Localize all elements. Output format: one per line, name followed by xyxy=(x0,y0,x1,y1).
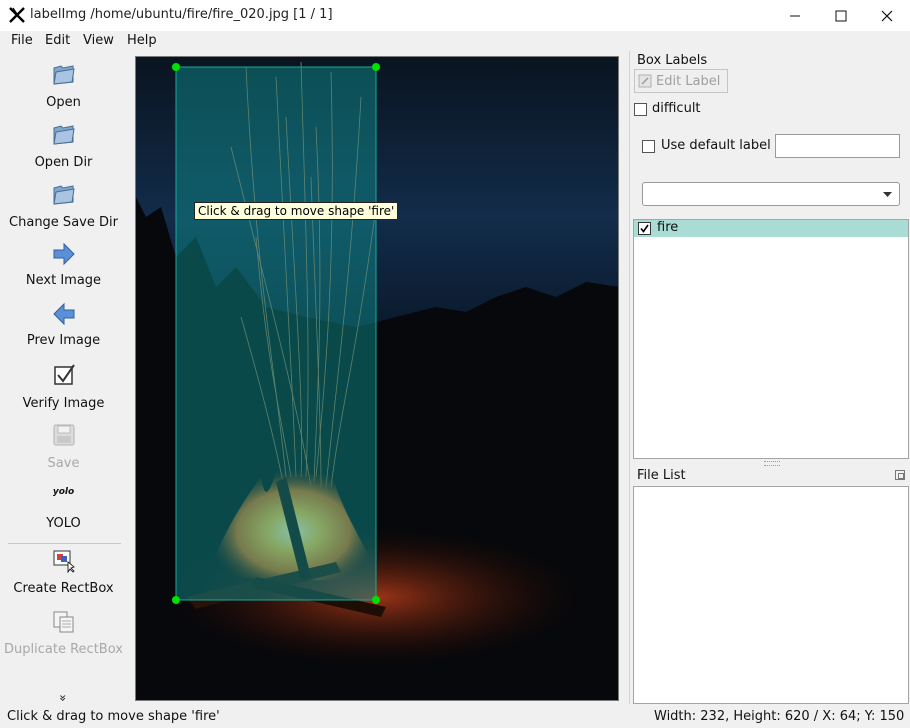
default-label-input[interactable] xyxy=(775,134,900,158)
maximize-button[interactable] xyxy=(818,0,864,31)
use-default-label-text: Use default label xyxy=(661,138,771,153)
change-save-dir-button[interactable]: Change Save Dir xyxy=(2,181,125,230)
yolo-icon: yolo xyxy=(52,487,75,497)
box-handle xyxy=(172,596,180,604)
arrow-right-icon xyxy=(53,242,75,266)
image-canvas[interactable] xyxy=(135,56,619,701)
status-shape-info: Width: 232, Height: 620 / X: 64; Y: 150 xyxy=(654,709,905,724)
difficult-checkbox[interactable] xyxy=(634,103,647,116)
panel-splitter[interactable] xyxy=(629,51,630,704)
verify-image-button[interactable]: Verify Image xyxy=(2,362,125,411)
close-button[interactable] xyxy=(864,0,910,31)
verify-image-label: Verify Image xyxy=(22,396,105,411)
float-panel-icon[interactable] xyxy=(895,470,905,480)
prev-image-label: Prev Image xyxy=(26,333,101,348)
app-logo-icon xyxy=(9,7,25,23)
label-item-text: fire xyxy=(657,220,679,235)
file-list[interactable] xyxy=(633,486,909,704)
close-icon xyxy=(881,10,893,21)
minimize-icon xyxy=(790,15,800,16)
label-list[interactable]: fire xyxy=(633,219,909,459)
toolbar-extension-button[interactable]: » xyxy=(56,691,70,705)
next-image-label: Next Image xyxy=(25,273,102,288)
canvas-tooltip: Click & drag to move shape 'fire' xyxy=(194,202,399,220)
duplicate-rectbox-label: Duplicate RectBox xyxy=(4,642,123,657)
save-disk-icon xyxy=(53,424,74,446)
file-list-title: File List xyxy=(637,468,686,483)
save-button[interactable]: Save xyxy=(2,422,125,471)
maximize-icon xyxy=(835,10,847,21)
create-rectbox-icon xyxy=(53,550,75,574)
title-bar: labelImg /home/ubuntu/fire/fire_020.jpg … xyxy=(0,0,910,31)
prev-image-button[interactable]: Prev Image xyxy=(2,301,125,348)
arrow-left-icon xyxy=(52,302,74,326)
yolo-format-button[interactable]: yolo YOLO xyxy=(2,487,125,531)
check-icon xyxy=(640,224,649,233)
menu-help[interactable]: Help xyxy=(127,33,157,48)
open-dir-button[interactable]: Open Dir xyxy=(2,121,125,170)
folder-open-icon xyxy=(52,185,75,205)
use-default-label-checkbox[interactable] xyxy=(642,140,655,153)
status-message: Click & drag to move shape 'fire' xyxy=(7,709,220,724)
difficult-label: difficult xyxy=(652,101,701,116)
next-image-button[interactable]: Next Image xyxy=(2,241,125,288)
box-handle xyxy=(172,63,180,71)
box-handle xyxy=(372,63,380,71)
label-item-checkbox[interactable] xyxy=(638,222,651,235)
open-button[interactable]: Open xyxy=(2,61,125,110)
edit-label-text: Edit Label xyxy=(656,73,721,89)
bounding-box-fire xyxy=(175,66,377,601)
yolo-label: YOLO xyxy=(46,516,81,531)
status-bar: Click & drag to move shape 'fire' Width:… xyxy=(0,704,910,728)
toolbar-separator xyxy=(8,543,121,544)
folder-open-icon xyxy=(52,125,75,145)
create-rectbox-label: Create RectBox xyxy=(13,581,114,596)
chevron-down-icon xyxy=(883,192,892,197)
menu-file[interactable]: File xyxy=(11,33,33,48)
fire-image xyxy=(136,57,618,700)
duplicate-icon xyxy=(53,611,73,633)
folder-open-icon xyxy=(52,65,75,85)
box-handle xyxy=(372,596,380,604)
open-label: Open xyxy=(46,95,81,110)
menu-bar: File Edit View Help xyxy=(0,31,910,51)
duplicate-rectbox-button[interactable]: Duplicate RectBox xyxy=(2,609,125,657)
change-save-dir-label: Change Save Dir xyxy=(9,215,118,230)
box-labels-title: Box Labels xyxy=(637,53,708,68)
minimize-button[interactable] xyxy=(772,0,818,31)
dock-splitter-handle[interactable] xyxy=(764,461,780,466)
label-combobox[interactable] xyxy=(642,182,900,206)
open-dir-label: Open Dir xyxy=(34,155,93,170)
edit-label-button[interactable]: Edit Label xyxy=(634,69,728,93)
save-label: Save xyxy=(47,456,80,471)
menu-view[interactable]: View xyxy=(83,33,114,48)
checkbox-check-icon xyxy=(53,364,75,385)
edit-icon xyxy=(638,74,652,88)
window-title: labelImg /home/ubuntu/fire/fire_020.jpg … xyxy=(30,7,333,22)
create-rectbox-button[interactable]: Create RectBox xyxy=(2,548,125,596)
menu-edit[interactable]: Edit xyxy=(45,33,70,48)
label-list-item[interactable]: fire xyxy=(634,220,908,237)
